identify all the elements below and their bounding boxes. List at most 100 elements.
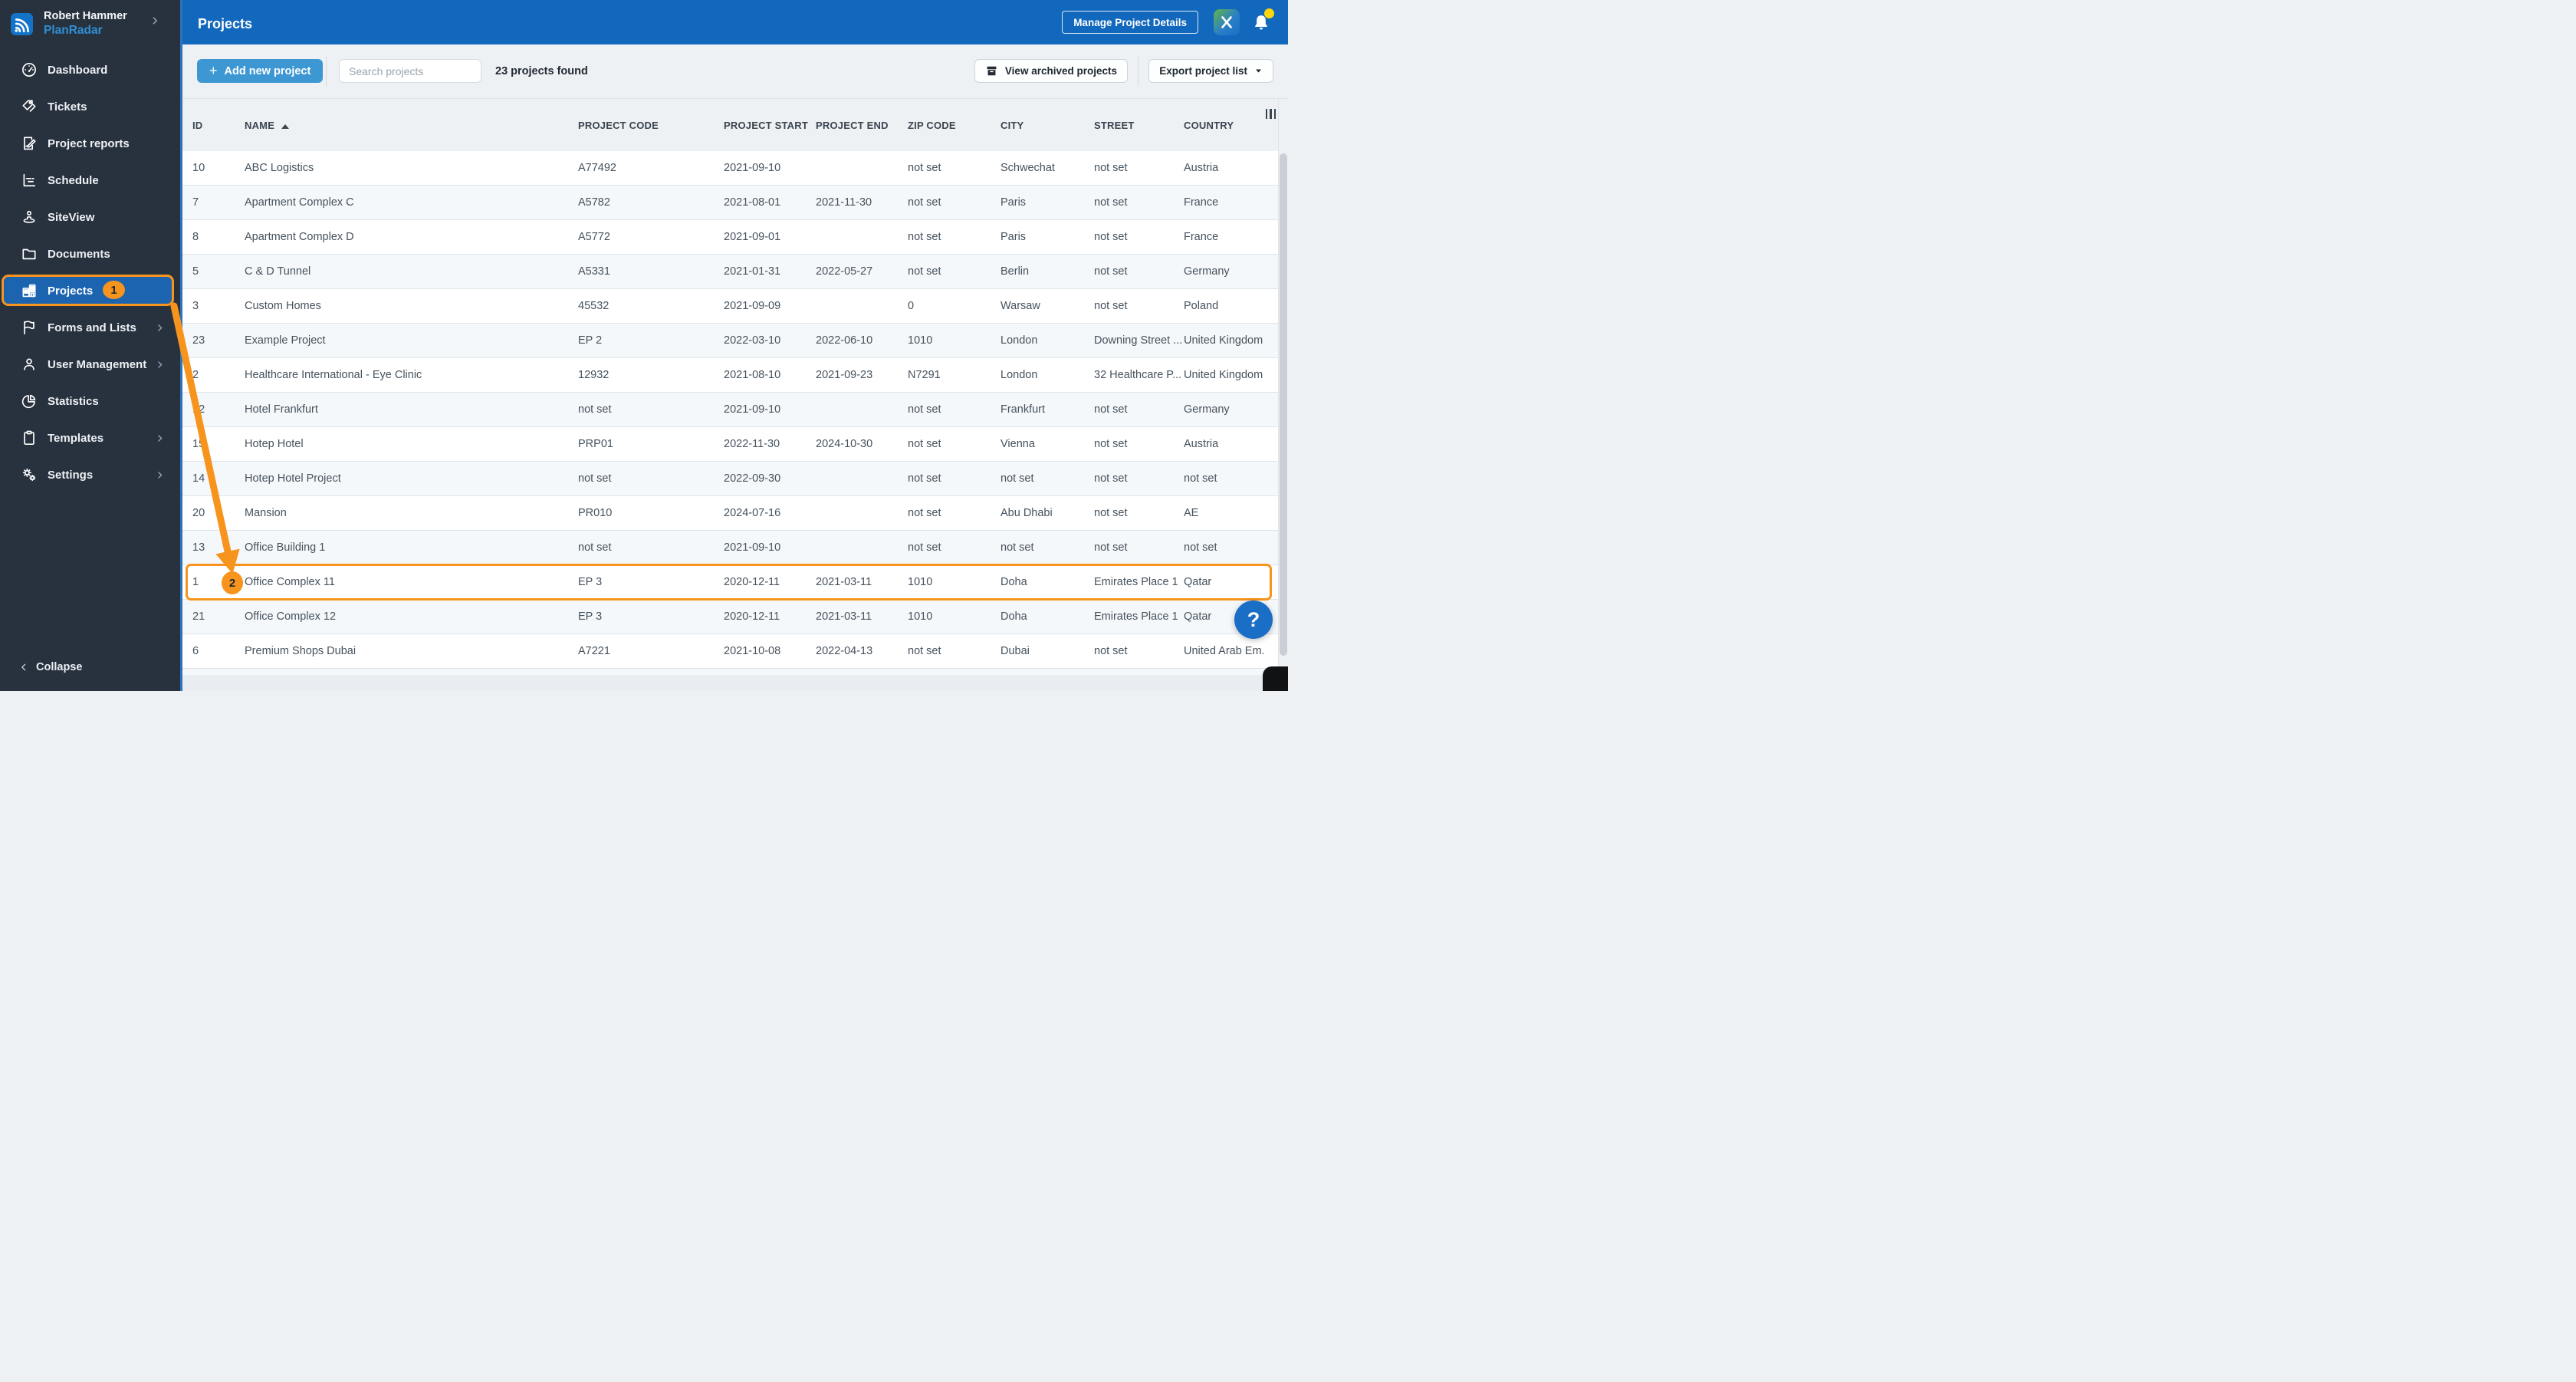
- cell-code: PRP01: [578, 438, 613, 450]
- page-title: Projects: [198, 16, 253, 31]
- sidebar-item-settings[interactable]: Settings: [0, 456, 180, 493]
- column-header-project-code[interactable]: PROJECT CODE: [578, 120, 724, 131]
- table-row-hotep-hotel[interactable]: 15 Hotep Hotel PRP01 2022-11-30 2024-10-30 no…: [182, 427, 1288, 462]
- cell-code: PR010: [578, 507, 613, 519]
- cell-id: 20: [192, 507, 205, 519]
- table-row-hotel-frankfurt[interactable]: 12 Hotel Frankfurt not set 2021-09-10 not se…: [182, 393, 1288, 427]
- table-row-c-d-tunnel[interactable]: 5 C & D Tunnel A5331 2021-01-31 2022-05-27 no…: [182, 255, 1288, 289]
- sidebar-item-label: SiteView: [48, 210, 95, 224]
- cell-id: 23: [192, 334, 205, 347]
- column-header-street[interactable]: STREET: [1094, 120, 1184, 131]
- sidebar-item-label: Templates: [48, 431, 104, 445]
- cell-name: Custom Homes: [245, 300, 321, 312]
- table-row-mansion[interactable]: 20 Mansion PR010 2024-07-16 not set Abu Dhabi…: [182, 496, 1288, 531]
- sidebar-item-label: Project reports: [48, 137, 130, 150]
- folder-icon: [21, 245, 38, 262]
- cell-street: Emirates Place 1: [1094, 576, 1178, 588]
- cell-id: 15: [192, 438, 205, 450]
- cell-end: 2022-05-27: [816, 265, 873, 278]
- table-row-apartment-complex-c[interactable]: 7 Apartment Complex C A5782 2021-08-01 2021-…: [182, 186, 1288, 220]
- cell-street: not set: [1094, 231, 1128, 243]
- cell-city: Dubai: [1001, 645, 1030, 657]
- chevron-right-icon: [155, 323, 165, 333]
- cell-start: 2021-09-09: [724, 300, 781, 312]
- cell-zip: not set: [908, 472, 941, 485]
- sidebar-item-project-reports[interactable]: Project reports: [0, 125, 180, 162]
- column-header-name[interactable]: NAME: [245, 120, 578, 131]
- table-row-example-project[interactable]: 23 Example Project EP 2 2022-03-10 2022-06-1…: [182, 324, 1288, 358]
- column-header-project-end[interactable]: PROJECT END: [816, 120, 908, 131]
- sidebar-item-label: Schedule: [48, 173, 99, 187]
- table-row-office-building-1[interactable]: 13 Office Building 1 not set 2021-09-10 not …: [182, 531, 1288, 565]
- cell-country: United Kingdom: [1184, 369, 1263, 381]
- user-name: Robert Hammer: [44, 10, 127, 23]
- archive-box-icon: [985, 64, 998, 77]
- sidebar-item-forms-and-lists[interactable]: Forms and Lists: [0, 309, 180, 346]
- cell-city: not set: [1001, 541, 1034, 554]
- cell-name: Hotep Hotel Project: [245, 472, 341, 485]
- view-archived-projects-button[interactable]: View archived projects: [974, 59, 1128, 83]
- sidebar-item-documents[interactable]: Documents: [0, 235, 180, 272]
- sidebar-item-tickets[interactable]: Tickets: [0, 88, 180, 125]
- cell-name: Office Complex 12: [245, 610, 337, 623]
- search-projects-input[interactable]: [339, 59, 481, 83]
- sidebar-item-siteview[interactable]: SiteView: [0, 199, 180, 235]
- cell-id: 21: [192, 610, 205, 623]
- account-name: PlanRadar: [44, 24, 103, 38]
- cell-start: 2021-09-10: [724, 403, 781, 416]
- sidebar-item-templates[interactable]: Templates: [0, 420, 180, 456]
- cell-end: 2022-04-13: [816, 645, 873, 657]
- cell-street: not set: [1094, 645, 1128, 657]
- sidebar-item-label: Documents: [48, 247, 110, 261]
- sidebar-item-user-management[interactable]: User Management: [0, 346, 180, 383]
- table-row-healthcare-international-eye-clinic[interactable]: 2 Healthcare International - Eye Clinic 12…: [182, 358, 1288, 393]
- table-row-abc-logistics[interactable]: 10 ABC Logistics A77492 2021-09-10 not set Sc…: [182, 151, 1288, 186]
- table-row-office-complex-12[interactable]: 21 Office Complex 12 EP 3 2020-12-11 2021-03…: [182, 600, 1288, 634]
- notifications-bell-icon[interactable]: [1251, 8, 1274, 34]
- vertical-scrollbar-thumb[interactable]: [1280, 153, 1287, 656]
- chevron-right-icon: [155, 360, 165, 370]
- manage-project-details-button[interactable]: Manage Project Details: [1062, 11, 1198, 34]
- tag-icon: [21, 98, 38, 115]
- projects-table: 10 ABC Logistics A77492 2021-09-10 not set Sc…: [182, 151, 1288, 669]
- table-row-premium-shops-dubai[interactable]: 6 Premium Shops Dubai A7221 2021-10-08 2022-…: [182, 634, 1288, 669]
- cell-zip: not set: [908, 265, 941, 278]
- table-row-hotep-hotel-project[interactable]: 14 Hotep Hotel Project not set 2022-09-30 no…: [182, 462, 1288, 496]
- cell-street: 32 Healthcare P...: [1094, 369, 1182, 381]
- gantt-icon: [21, 172, 38, 189]
- chevron-right-icon: [155, 470, 165, 480]
- table-bottom-background: [182, 675, 1288, 691]
- cell-code: not set: [578, 472, 612, 485]
- sidebar-item-label: Statistics: [48, 394, 99, 408]
- cell-country: France: [1184, 231, 1219, 243]
- sidebar-item-schedule[interactable]: Schedule: [0, 162, 180, 199]
- account-switcher[interactable]: Robert Hammer PlanRadar: [11, 8, 172, 39]
- sidebar-item-label: Dashboard: [48, 63, 108, 77]
- cell-name: Example Project: [245, 334, 326, 347]
- column-settings-icon[interactable]: [1264, 107, 1278, 120]
- sidebar-item-statistics[interactable]: Statistics: [0, 383, 180, 420]
- column-header-city[interactable]: CITY: [1001, 120, 1094, 131]
- column-header-country[interactable]: COUNTRY: [1184, 120, 1265, 131]
- column-header-id[interactable]: ID: [192, 120, 245, 131]
- connect-app-icon[interactable]: [1214, 9, 1240, 35]
- table-row-custom-homes[interactable]: 3 Custom Homes 45532 2021-09-09 0 Warsaw not s…: [182, 289, 1288, 324]
- export-project-list-button[interactable]: Export project list: [1148, 59, 1273, 83]
- collapse-sidebar-button[interactable]: Collapse: [18, 661, 82, 673]
- cell-id: 14: [192, 472, 205, 485]
- cell-id: 12: [192, 403, 205, 416]
- cell-name: Hotel Frankfurt: [245, 403, 318, 416]
- cell-country: not set: [1184, 541, 1217, 554]
- column-header-zip-code[interactable]: ZIP CODE: [908, 120, 1001, 131]
- table-row-office-complex-11[interactable]: 1 Office Complex 11 EP 3 2020-12-11 2021-03-…: [182, 565, 1288, 600]
- cell-code: A5331: [578, 265, 610, 278]
- sidebar-item-projects[interactable]: Projects: [0, 272, 180, 309]
- sidebar-item-dashboard[interactable]: Dashboard: [0, 51, 180, 88]
- help-button[interactable]: ?: [1234, 601, 1273, 639]
- annotation-step-1-badge: 1: [103, 281, 125, 299]
- cell-start: 2021-01-31: [724, 265, 781, 278]
- table-row-apartment-complex-d[interactable]: 8 Apartment Complex D A5772 2021-09-01 not s…: [182, 220, 1288, 255]
- column-header-project-start[interactable]: PROJECT START: [724, 120, 816, 131]
- cell-zip: not set: [908, 645, 941, 657]
- add-new-project-button[interactable]: + Add new project: [197, 59, 324, 83]
